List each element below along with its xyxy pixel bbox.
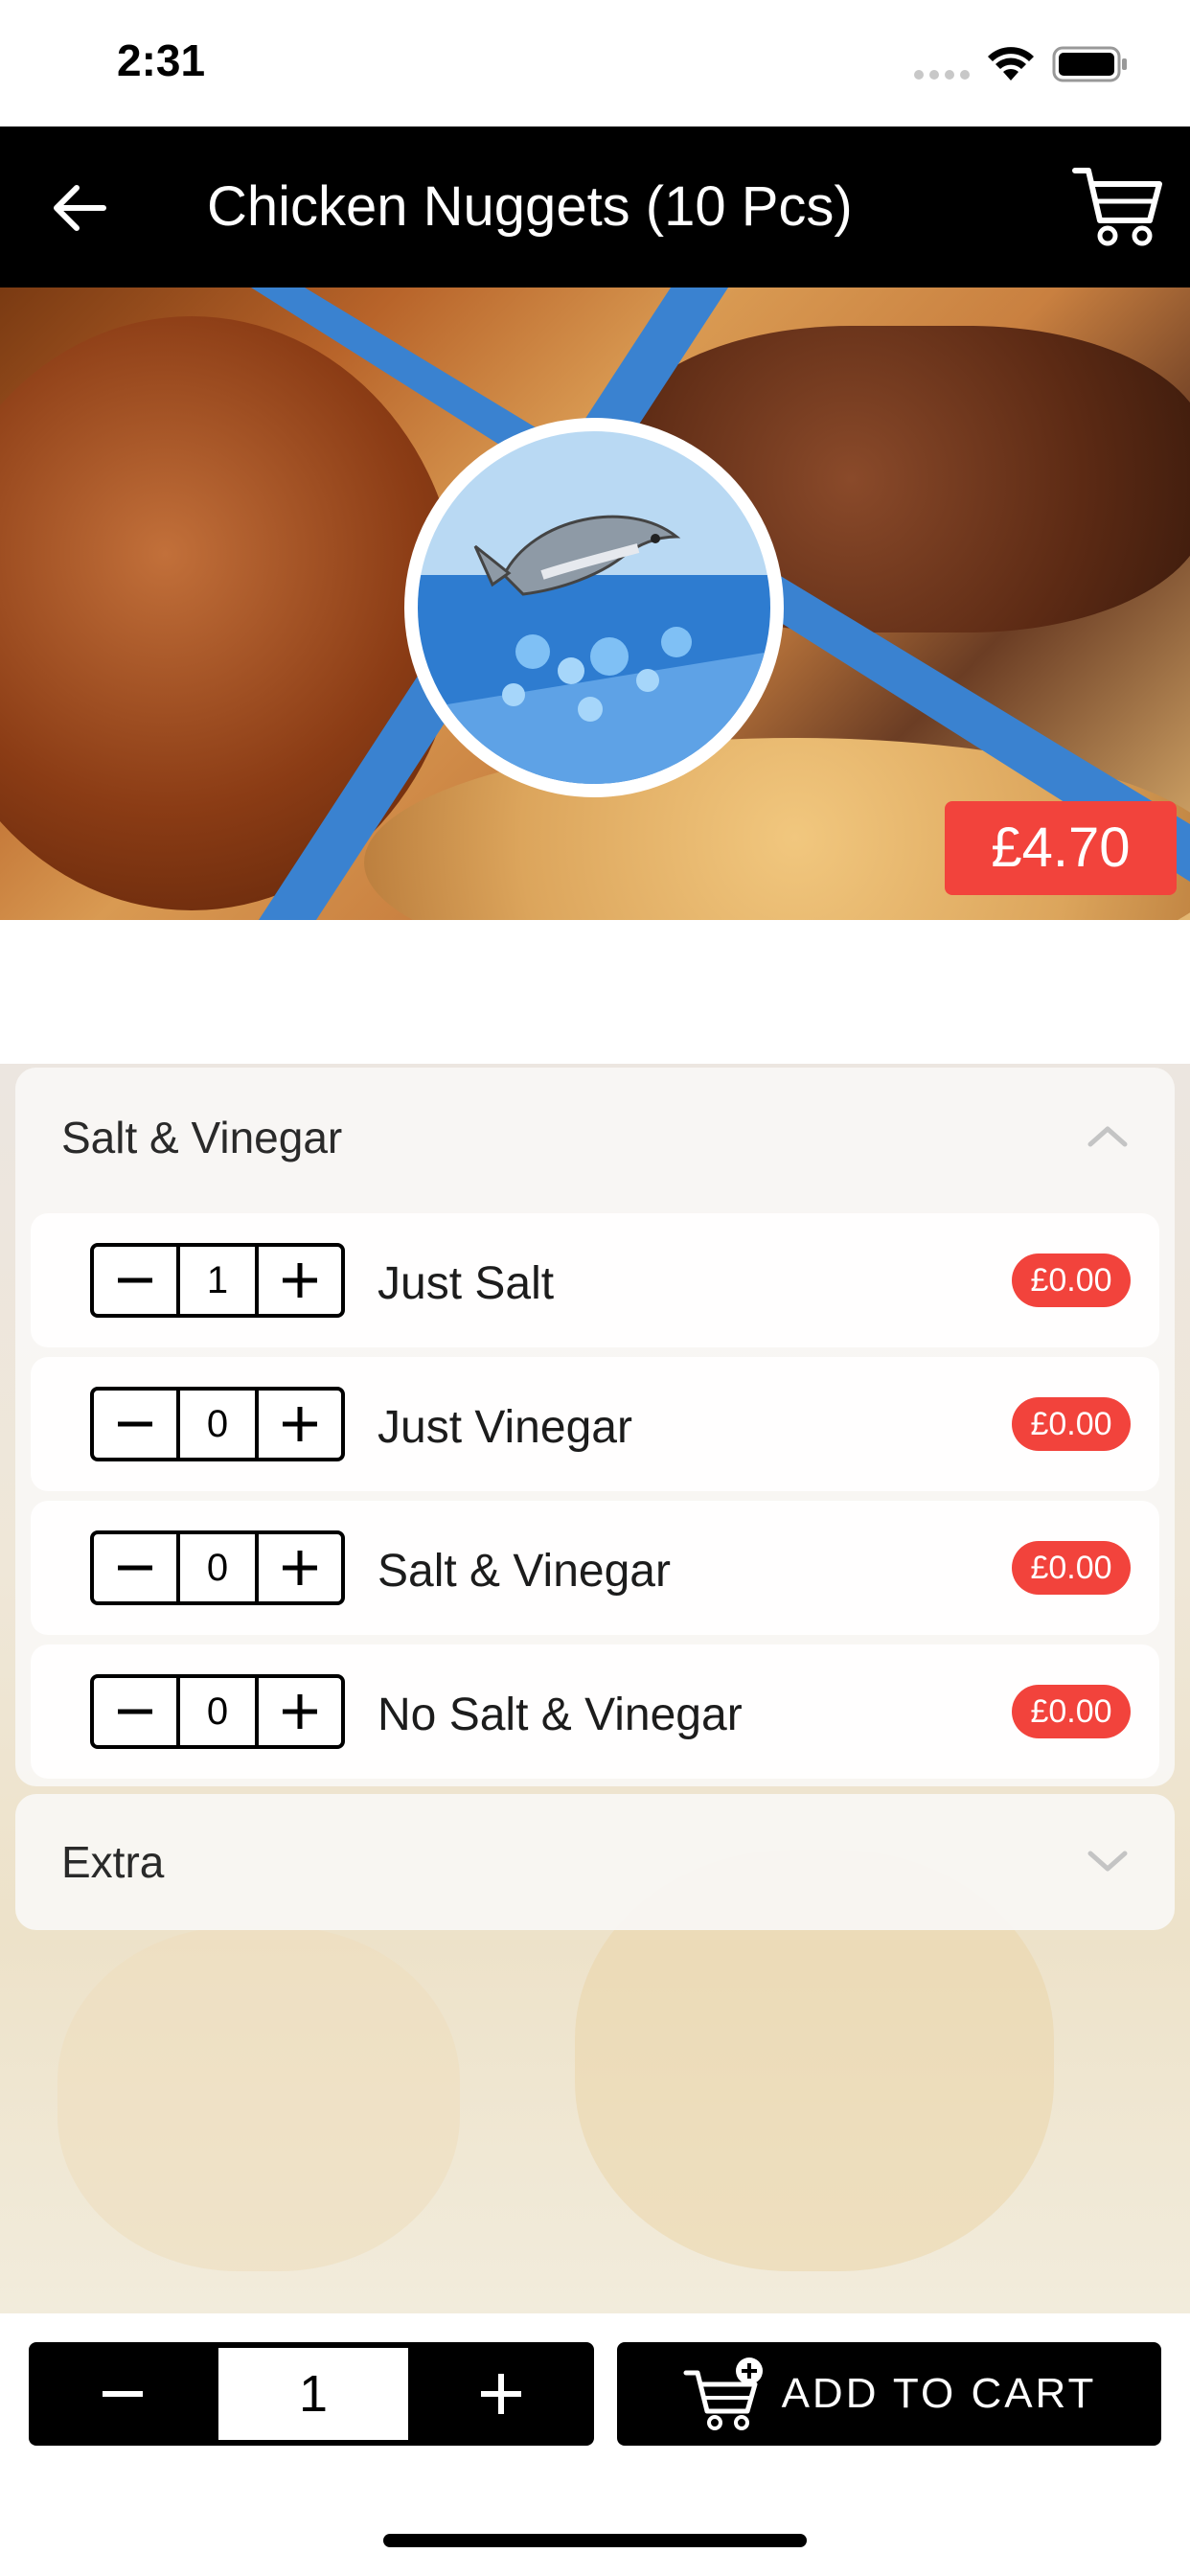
minus-icon <box>118 1421 152 1427</box>
add-to-cart-button[interactable]: ADD TO CART <box>617 2342 1161 2446</box>
option-row-just-vinegar: 0 Just Vinegar £0.00 <box>31 1357 1159 1491</box>
bottom-action-bar: 1 ADD TO CART <box>0 2313 1190 2576</box>
status-time: 2:31 <box>117 35 206 85</box>
battery-icon <box>1052 46 1127 82</box>
restaurant-logo <box>404 418 784 797</box>
option-quantity-value: 0 <box>176 1534 259 1601</box>
option-label: Salt & Vinegar <box>378 1546 671 1597</box>
decrement-button[interactable] <box>94 1391 176 1458</box>
item-price-badge: £4.70 <box>945 801 1177 895</box>
option-quantity-value: 0 <box>176 1678 259 1745</box>
option-price-badge: £0.00 <box>1012 1397 1131 1451</box>
option-price-badge: £0.00 <box>1012 1254 1131 1307</box>
option-row-no-salt-vinegar: 0 No Salt & Vinegar £0.00 <box>31 1644 1159 1779</box>
chevron-down-icon[interactable] <box>1087 1848 1129 1876</box>
wifi-icon <box>988 47 1034 80</box>
option-quantity-stepper: 0 <box>90 1530 345 1605</box>
option-row-salt-vinegar: 0 Salt & Vinegar £0.00 <box>31 1501 1159 1635</box>
option-quantity-value: 1 <box>176 1247 259 1314</box>
plus-icon <box>283 1407 317 1441</box>
section-title[interactable]: Salt & Vinegar <box>61 1112 342 1163</box>
minus-icon <box>103 2391 143 2397</box>
increment-button[interactable] <box>259 1247 341 1314</box>
hero-image: £4.70 <box>0 288 1190 920</box>
quantity-decrement-button[interactable] <box>29 2342 217 2446</box>
section-title[interactable]: Extra <box>61 1836 164 1888</box>
increment-button[interactable] <box>259 1534 341 1601</box>
add-to-cart-icon <box>683 2358 763 2430</box>
minus-icon <box>118 1709 152 1714</box>
option-quantity-value: 0 <box>176 1391 259 1458</box>
page-title: Chicken Nuggets (10 Pcs) <box>207 175 853 238</box>
dolphin-logo-icon <box>418 431 770 784</box>
option-quantity-stepper: 0 <box>90 1387 345 1461</box>
add-to-cart-label: ADD TO CART <box>781 2370 1097 2417</box>
minus-icon <box>118 1565 152 1571</box>
nav-bar: Chicken Nuggets (10 Pcs) <box>0 126 1190 288</box>
quantity-increment-button[interactable] <box>408 2342 594 2446</box>
status-bar: 2:31 <box>0 0 1190 126</box>
section-extra[interactable]: Extra <box>15 1794 1175 1930</box>
quantity-stepper: 1 <box>29 2342 594 2446</box>
cellular-signal-icon <box>914 70 970 80</box>
home-indicator[interactable] <box>383 2534 807 2547</box>
option-label: Just Vinegar <box>378 1402 632 1453</box>
quantity-value[interactable]: 1 <box>218 2348 408 2440</box>
back-arrow-icon[interactable] <box>46 174 113 242</box>
option-row-just-salt: 1 Just Salt £0.00 <box>31 1213 1159 1347</box>
option-label: Just Salt <box>378 1258 555 1309</box>
option-label: No Salt & Vinegar <box>378 1690 743 1740</box>
decrement-button[interactable] <box>94 1247 176 1314</box>
option-quantity-stepper: 0 <box>90 1674 345 1749</box>
minus-icon <box>118 1277 152 1283</box>
decrement-button[interactable] <box>94 1534 176 1601</box>
increment-button[interactable] <box>259 1678 341 1745</box>
decrement-button[interactable] <box>94 1678 176 1745</box>
increment-button[interactable] <box>259 1391 341 1458</box>
cart-icon[interactable] <box>1071 163 1163 249</box>
option-price-badge: £0.00 <box>1012 1685 1131 1738</box>
option-quantity-stepper: 1 <box>90 1243 345 1318</box>
option-price-badge: £0.00 <box>1012 1541 1131 1595</box>
plus-icon <box>283 1694 317 1729</box>
plus-icon <box>283 1263 317 1298</box>
plus-icon <box>283 1551 317 1585</box>
chevron-up-icon[interactable] <box>1087 1121 1129 1150</box>
plus-icon <box>481 2374 521 2414</box>
section-salt-vinegar: Salt & Vinegar 1 Just Salt £0.00 0 Just … <box>15 1068 1175 1786</box>
